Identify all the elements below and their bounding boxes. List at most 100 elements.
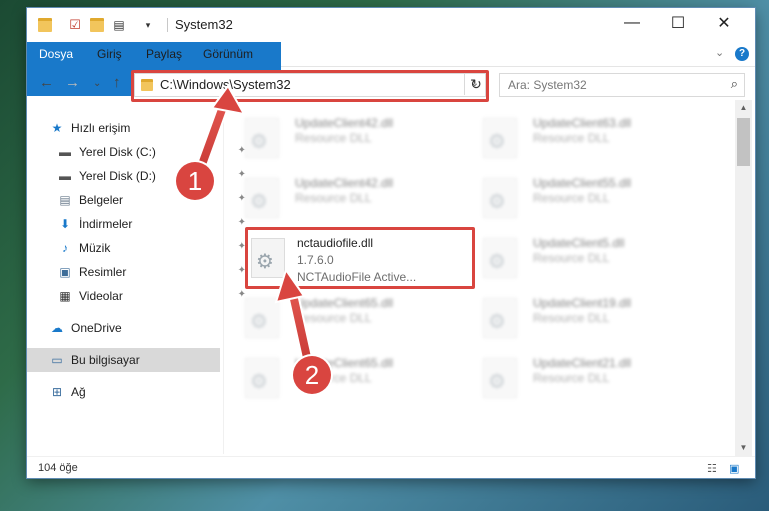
- nav-item-quick-access[interactable]: ★ Hızlı erişim: [27, 116, 242, 140]
- tab-view[interactable]: Görünüm: [203, 42, 253, 66]
- search-input[interactable]: Ara: System32 ⌕: [499, 73, 745, 97]
- nav-item-drive-d[interactable]: ▬ Yerel Disk (D:) ✦: [27, 164, 250, 188]
- download-icon: ⬇: [59, 217, 71, 231]
- gear-icon: ⚙: [250, 311, 268, 333]
- nav-item-label: Ağ: [71, 385, 86, 399]
- file-name: UpdateClient65.dll: [295, 296, 394, 310]
- file-name: UpdateClient63.dll: [533, 116, 632, 130]
- properties-icon[interactable]: ☑: [67, 16, 83, 34]
- step-badge-1: 1: [176, 162, 214, 200]
- nav-item-label: Bu bilgisayar: [71, 353, 140, 367]
- list-item[interactable]: ⚙ UpdateClient42.dll Resource DLL: [227, 170, 457, 224]
- gear-icon: ⚙: [488, 191, 506, 213]
- file-description: Resource DLL: [295, 191, 372, 205]
- recent-locations-button[interactable]: ⌄: [93, 78, 101, 89]
- step-badge-2: 2: [293, 356, 331, 394]
- list-item[interactable]: ⚙ UpdateClient19.dll Resource DLL: [465, 290, 695, 344]
- new-folder-icon[interactable]: [89, 16, 105, 34]
- nav-item-label: Resimler: [79, 265, 127, 279]
- nav-item-label: Belgeler: [79, 193, 124, 207]
- tab-share[interactable]: Paylaş: [146, 42, 182, 66]
- close-button[interactable]: ✕: [701, 8, 747, 38]
- nav-item-music[interactable]: ♪ Müzik ✦: [27, 236, 250, 260]
- nav-item-label: OneDrive: [71, 321, 122, 335]
- file-description: Resource DLL: [533, 131, 610, 145]
- document-icon: ▤: [59, 193, 71, 207]
- gear-icon: ⚙: [488, 371, 506, 393]
- nav-item-label: Videolar: [79, 289, 123, 303]
- drive-icon: ▬: [59, 145, 71, 159]
- file-name: UpdateClient55.dll: [533, 176, 632, 190]
- video-icon: ▦: [59, 289, 71, 303]
- customize-icon[interactable]: ▤: [111, 16, 127, 34]
- status-bar: 104 öğe ☷ ▣: [27, 456, 755, 479]
- nav-item-videos[interactable]: ▦ Videolar ✦: [27, 284, 250, 308]
- search-icon[interactable]: ⌕: [731, 76, 738, 92]
- dll-file-icon: ⚙: [483, 178, 517, 218]
- dll-file-icon: ⚙: [245, 118, 279, 158]
- list-item[interactable]: ⚙ UpdateClient21.dll Resource DLL: [465, 350, 695, 404]
- dll-file-icon: ⚙: [245, 358, 279, 398]
- folder-icon[interactable]: [37, 16, 53, 34]
- dll-file-icon: ⚙: [483, 238, 517, 278]
- chevron-down-icon[interactable]: ⌄: [715, 46, 724, 59]
- ribbon-tabs: Dosya Giriş Paylaş Görünüm ⌄ ?: [27, 42, 755, 96]
- star-icon: ★: [51, 121, 63, 135]
- list-item[interactable]: ⚙ UpdateClient42.dll Resource DLL: [227, 110, 457, 164]
- up-button[interactable]: ↑: [113, 74, 121, 91]
- minimize-button[interactable]: —: [609, 8, 655, 38]
- maximize-button[interactable]: ☐: [655, 8, 701, 38]
- pane-divider[interactable]: [223, 104, 224, 454]
- list-item[interactable]: ⚙ UpdateClient65.dll Resource DLL: [227, 350, 457, 404]
- dll-file-icon: ⚙: [483, 358, 517, 398]
- chevron-down-icon[interactable]: ▾: [140, 16, 156, 34]
- picture-icon: ▣: [59, 265, 71, 279]
- nav-item-documents[interactable]: ▤ Belgeler ✦: [27, 188, 250, 212]
- gear-icon: ⚙: [250, 371, 268, 393]
- nav-item-label: Yerel Disk (D:): [79, 169, 156, 183]
- gear-icon: ⚙: [488, 131, 506, 153]
- scroll-down-icon[interactable]: ▼: [735, 440, 752, 456]
- tab-home[interactable]: Giriş: [97, 42, 122, 66]
- dll-file-icon: ⚙: [483, 118, 517, 158]
- gear-icon: ⚙: [488, 251, 506, 273]
- nav-item-this-pc[interactable]: ▭ Bu bilgisayar: [27, 348, 220, 372]
- nav-item-pictures[interactable]: ▣ Resimler ✦: [27, 260, 250, 284]
- scroll-thumb[interactable]: [737, 118, 750, 166]
- item-count: 104 öğe: [38, 462, 78, 474]
- file-name: UpdateClient19.dll: [533, 296, 632, 310]
- vertical-scrollbar[interactable]: ▲ ▼: [735, 100, 752, 456]
- gear-icon: ⚙: [250, 191, 268, 213]
- list-item[interactable]: ⚙ UpdateClient63.dll Resource DLL: [465, 110, 695, 164]
- help-icon[interactable]: ?: [735, 47, 749, 61]
- forward-button[interactable]: →: [65, 74, 80, 91]
- address-row: ← → ⌄ ↑ C:\Windows\System32 ⌄ ↻ Ara: Sys…: [27, 66, 755, 102]
- nav-item-network[interactable]: ⊞ Ağ: [27, 380, 242, 404]
- network-icon: ⊞: [51, 385, 63, 399]
- list-item[interactable]: ⚙ UpdateClient65.dll Resource DLL: [227, 290, 457, 344]
- file-name: UpdateClient42.dll: [295, 116, 394, 130]
- details-view-icon[interactable]: ☷: [707, 462, 717, 475]
- back-button[interactable]: ←: [39, 74, 54, 91]
- file-name: UpdateClient21.dll: [533, 356, 632, 370]
- explorer-window: ☑ ▤ ▾ System32 — ☐ ✕ Dosya Giriş Paylaş …: [27, 8, 755, 478]
- list-item[interactable]: ⚙ UpdateClient5.dll Resource DLL: [465, 230, 695, 284]
- nav-item-downloads[interactable]: ⬇ İndirmeler ✦: [27, 212, 250, 236]
- gear-icon: ⚙: [488, 311, 506, 333]
- file-description: Resource DLL: [533, 251, 610, 265]
- list-item[interactable]: ⚙ UpdateClient55.dll Resource DLL: [465, 170, 695, 224]
- dll-file-icon: ⚙: [245, 178, 279, 218]
- nav-item-drive-c[interactable]: ▬ Yerel Disk (C:) ✦: [27, 140, 250, 164]
- file-description: Resource DLL: [533, 191, 610, 205]
- nav-item-onedrive[interactable]: ☁ OneDrive: [27, 316, 242, 340]
- file-description: Resource DLL: [295, 131, 372, 145]
- gear-icon: ⚙: [250, 131, 268, 153]
- computer-icon: ▭: [51, 353, 63, 367]
- scroll-up-icon[interactable]: ▲: [735, 100, 752, 116]
- file-description: Resource DLL: [533, 371, 610, 385]
- large-icons-view-icon[interactable]: ▣: [729, 462, 739, 475]
- file-description: Resource DLL: [295, 311, 372, 325]
- nav-item-label: Müzik: [79, 241, 111, 255]
- search-placeholder: Ara: System32: [508, 78, 587, 92]
- title-separator: [167, 18, 168, 32]
